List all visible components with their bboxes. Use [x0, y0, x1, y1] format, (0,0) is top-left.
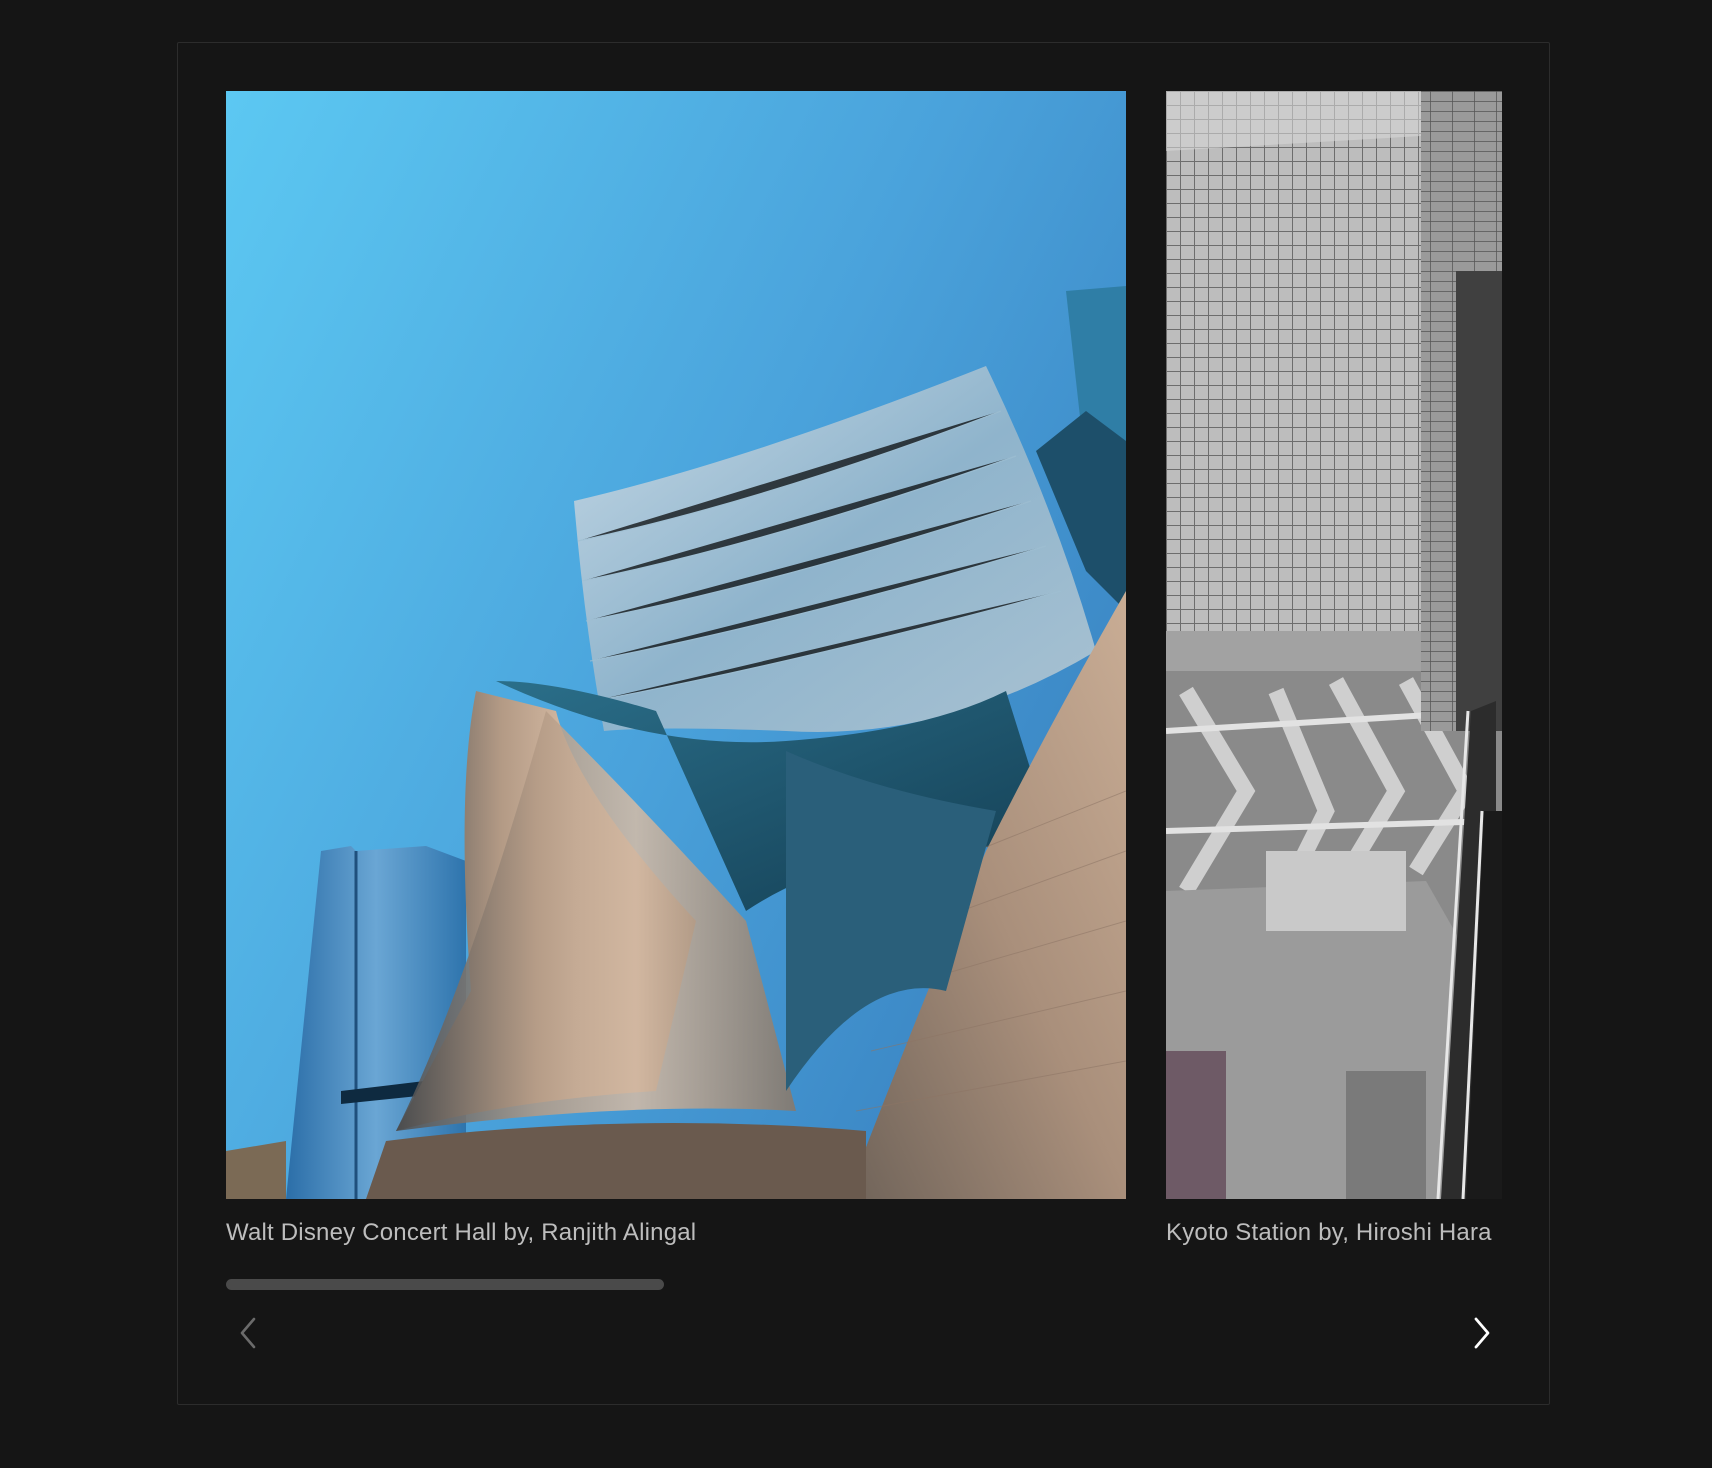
next-slide-button[interactable]	[1460, 1311, 1504, 1355]
carousel-viewport[interactable]: Walt Disney Concert Hall by, Ranjith Ali…	[226, 91, 1502, 1271]
carousel-progress-fill	[226, 1279, 664, 1290]
carousel-slide[interactable]: Walt Disney Concert Hall by, Ranjith Ali…	[226, 91, 1126, 1271]
slide-caption: Walt Disney Concert Hall by, Ranjith Ali…	[226, 1219, 697, 1246]
carousel-slide[interactable]: Kyoto Station by, Hiroshi Hara	[1166, 91, 1502, 1271]
previous-slide-button[interactable]	[226, 1311, 270, 1355]
carousel-progress-bar	[226, 1279, 1502, 1290]
slide-caption: Kyoto Station by, Hiroshi Hara	[1166, 1219, 1492, 1246]
slide-photo-kyoto-station	[1166, 91, 1502, 1199]
image-carousel: Walt Disney Concert Hall by, Ranjith Ali…	[177, 42, 1550, 1405]
carousel-track: Walt Disney Concert Hall by, Ranjith Ali…	[226, 91, 1502, 1271]
chevron-right-icon	[1471, 1316, 1493, 1350]
slide-photo-concert-hall	[226, 91, 1126, 1199]
concert-hall-image	[226, 91, 1126, 1199]
kyoto-station-image	[1166, 91, 1502, 1199]
chevron-left-icon	[237, 1316, 259, 1350]
